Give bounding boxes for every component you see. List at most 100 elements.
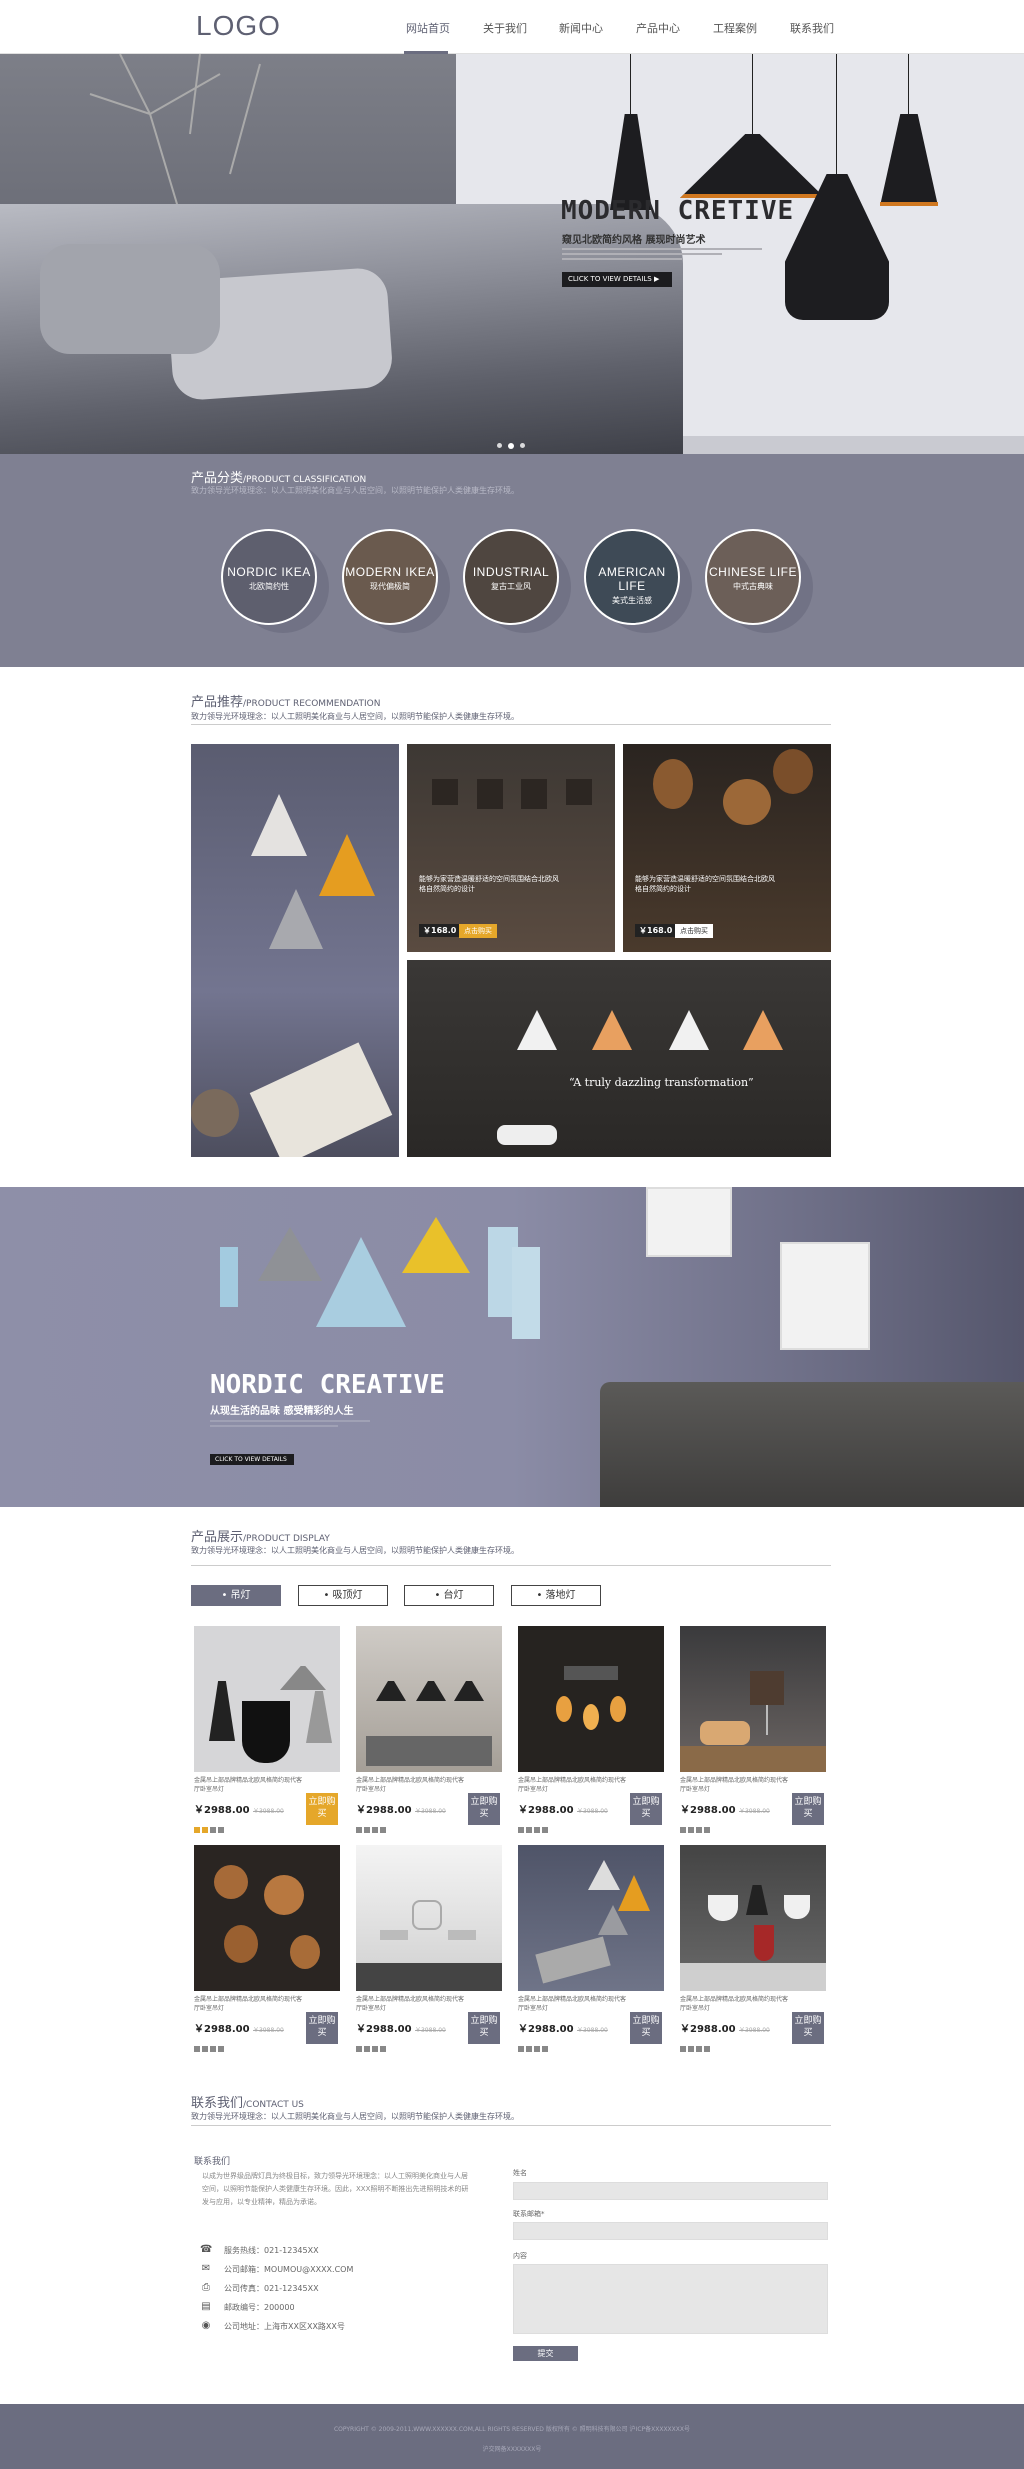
category-nordic-ikea[interactable]: NORDIC IKEA 北欧简约性 [221,529,317,625]
buy-now-button[interactable]: 立即购买 [630,1793,662,1825]
nav-home[interactable]: 网站首页 [406,20,450,36]
buy-now-button[interactable]: 立即购买 [468,1793,500,1825]
product-icons [518,1818,558,1833]
product-image [680,1845,826,1991]
license: 沪交网备XXXXXXX号 [482,2446,542,2453]
product-card[interactable]: 金属吊上部品牌精品北欧风格简约现代客厅卧室吊灯 ￥2988.00 ￥3988.0… [680,1626,826,1833]
hero-banner: MODERN CRETIVE 窥见北欧简约风格 展现时尚艺术 CLICK TO … [0,54,1024,454]
buy-now-button[interactable]: 立即购买 [306,2012,338,2044]
product-card[interactable]: 金属吊上部品牌精品北欧风格简约现代客厅卧室吊灯 ￥2988.00 ￥3988.0… [518,1845,664,2052]
buy-now-button[interactable]: 立即购买 [468,2012,500,2044]
recommend-tile-chandelier[interactable]: 能够为家营造温暖舒适的空间氛围结合北欧风格自然简约的设计 ￥168.0 点击购买 [407,744,615,952]
nordic-banner [0,1187,1024,1507]
logo[interactable]: LOGO [196,10,281,42]
product-icons [680,2037,720,2052]
product-image [518,1845,664,1991]
hero-pillow [40,244,220,354]
tab-floor[interactable]: • 落地灯 [511,1585,601,1606]
category-chinese-life[interactable]: CHINESE LIFE 中式古典味 [705,529,801,625]
company-fax: 公司传真：021-12345XX [224,2284,319,2293]
buy-now-button[interactable]: 立即购买 [792,1793,824,1825]
tab-table[interactable]: • 台灯 [404,1585,494,1606]
nordic-subtitle: 从现生活的品味 感受精彩的人生 [210,1406,354,1417]
zip-icon: ▤ [201,2301,211,2312]
recommend-desc: 致力领导光环境理念：以人工照明美化商业与人居空间，以照明节能保护人类健康生存环境… [191,712,519,721]
product-desc: 金属吊上部品牌精品北欧风格简约现代客厅卧室吊灯 [356,1996,465,2012]
product-desc: 金属吊上部品牌精品北欧风格简约现代客厅卧室吊灯 [518,1777,627,1793]
tab-pendant[interactable]: • 吊灯 [191,1585,281,1606]
tile-price: ￥168.0 [419,924,461,937]
nav-contact[interactable]: 联系我们 [790,20,834,36]
tile-caption: 能够为家营造温暖舒适的空间氛围结合北欧风格自然简约的设计 [419,875,559,893]
hero-floor [683,436,1024,454]
product-image [518,1626,664,1772]
mail-icon: ✉ [201,2263,211,2274]
product-price: ￥2988.00 ￥3988.00 [680,2024,770,2035]
name-label: 姓名 [513,2169,527,2177]
tile-price: ￥168.0 [635,924,677,937]
nav-products[interactable]: 产品中心 [636,20,680,36]
tab-ceiling[interactable]: • 吸顶灯 [298,1585,388,1606]
tile-buy-button[interactable]: 点击购买 [459,924,497,938]
product-card[interactable]: 金属吊上部品牌精品北欧风格简约现代客厅卧室吊灯 ￥2988.00 ￥3988.0… [194,1626,340,1833]
service-phone: 服务热线：021-12345XX [224,2246,319,2255]
carousel-dot-active[interactable] [508,443,514,449]
nordic-cta-button[interactable]: CLICK TO VIEW DETAILS [210,1454,294,1465]
product-card[interactable]: 金属吊上部品牌精品北欧风格简约现代客厅卧室吊灯 ￥2988.00 ￥3988.0… [194,1845,340,2052]
divider [191,2125,831,2126]
postal-code: 邮政编号：200000 [224,2303,295,2312]
product-icons [194,2037,234,2052]
hero-cta-button[interactable]: CLICK TO VIEW DETAILS ▶ [562,272,672,287]
category-industrial[interactable]: INDUSTRIAL 复古工业风 [463,529,559,625]
product-card[interactable]: 金属吊上部品牌精品北欧风格简约现代客厅卧室吊灯 ￥2988.00 ￥3988.0… [356,1626,502,1833]
product-desc: 金属吊上部品牌精品北欧风格简约现代客厅卧室吊灯 [356,1777,465,1793]
product-price: ￥2988.00 ￥3988.00 [518,2024,608,2035]
product-price: ￥2988.00 ￥3988.00 [356,2024,446,2035]
message-field[interactable] [513,2264,828,2334]
carousel-dot[interactable] [520,443,525,448]
product-image [356,1626,502,1772]
recommend-tile-cage-lamps[interactable]: “A truly dazzling transformation” [407,960,831,1157]
buy-now-button[interactable]: 立即购买 [792,2012,824,2044]
nav-about[interactable]: 关于我们 [483,20,527,36]
contact-desc: 致力领导光环境理念：以人工照明美化商业与人居空间，以照明节能保护人类健康生存环境… [191,2112,519,2121]
phone-icon: ☎ [200,2244,213,2255]
recommend-title: 产品推荐/PRODUCT RECOMMENDATION [191,695,381,710]
site-header: LOGO 网站首页 关于我们 新闻中心 产品中心 工程案例 联系我们 [0,0,1024,54]
hero-text-lines [562,248,762,262]
pendant-lamp [680,134,825,198]
product-card[interactable]: 金属吊上部品牌精品北欧风格简约现代客厅卧室吊灯 ￥2988.00 ￥3988.0… [680,1845,826,2052]
classification-desc: 致力领导光环境理念：以人工照明美化商业与人居空间，以照明节能保护人类健康生存环境… [191,486,519,495]
category-american-life[interactable]: AMERICAN LIFE 美式生活感 [584,529,680,625]
product-card[interactable]: 金属吊上部品牌精品北欧风格简约现代客厅卧室吊灯 ￥2988.00 ￥3988.0… [518,1626,664,1833]
product-image [680,1626,826,1772]
product-price: ￥2988.00 ￥3988.00 [518,1805,608,1816]
product-card[interactable]: 金属吊上部品牌精品北欧风格简约现代客厅卧室吊灯 ￥2988.00 ￥3988.0… [356,1845,502,2052]
tile-buy-button[interactable]: 点击购买 [675,924,713,938]
display-title: 产品展示/PRODUCT DISPLAY [191,1530,330,1545]
buy-now-button[interactable]: 立即购买 [630,2012,662,2044]
product-desc: 金属吊上部品牌精品北欧风格简约现代客厅卧室吊灯 [194,1996,303,2012]
nav-news[interactable]: 新闻中心 [559,20,603,36]
buy-now-button[interactable]: 立即购买 [306,1793,338,1825]
tile-quote: “A truly dazzling transformation” [569,1076,754,1089]
product-image [194,1626,340,1772]
product-desc: 金属吊上部品牌精品北欧风格简约现代客厅卧室吊灯 [680,1777,789,1793]
company-email: 公司邮箱：MOUMOU@XXXX.COM [224,2265,354,2274]
submit-button[interactable]: 提交 [513,2346,578,2361]
classification-title: 产品分类/PRODUCT CLASSIFICATION [191,471,367,486]
recommend-tile-cone-lamps[interactable] [191,744,399,1157]
product-icons [356,1818,396,1833]
hero-branches [89,54,261,214]
carousel-dot[interactable] [497,443,502,448]
nordic-text-lines [210,1420,370,1430]
name-field[interactable] [513,2182,828,2200]
product-image [356,1845,502,1991]
product-icons [356,2037,396,2052]
company-about: 以成为世界级品牌灯具为终极目标，致力领导光环境理念：以人工照明美化商业与人居空间… [202,2172,469,2206]
email-field[interactable] [513,2222,828,2240]
category-modern-ikea[interactable]: MODERN IKEA 现代偏极简 [342,529,438,625]
location-pin-icon: ◉ [201,2320,211,2331]
nav-cases[interactable]: 工程案例 [713,20,757,36]
recommend-tile-wood-lamps[interactable]: 能够为家营造温暖舒适的空间氛围结合北欧风格自然简约的设计 ￥168.0 点击购买 [623,744,831,952]
